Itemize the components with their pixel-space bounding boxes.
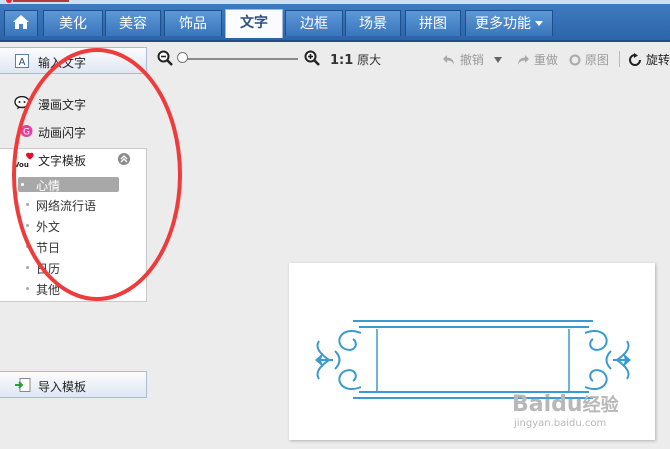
tab-scene-label: 场景 bbox=[359, 16, 387, 32]
tab-border[interactable]: 边框 bbox=[285, 10, 343, 36]
tab-more-features[interactable]: 更多功能 bbox=[465, 10, 553, 36]
tab-accessories[interactable]: 饰品 bbox=[164, 10, 222, 36]
undo-icon bbox=[443, 55, 454, 65]
tab-collage[interactable]: 拼图 bbox=[405, 10, 461, 36]
tab-home[interactable] bbox=[4, 10, 38, 36]
tab-border-label: 边框 bbox=[300, 16, 328, 32]
red-annotation-circle bbox=[12, 48, 182, 301]
watermark-brand: Baidu bbox=[512, 392, 583, 417]
rotate-button[interactable]: 旋转 bbox=[628, 51, 670, 68]
original-label: 原图 bbox=[584, 53, 609, 67]
toolbar-divider bbox=[619, 51, 620, 67]
tab-text-label: 文字 bbox=[240, 15, 268, 31]
home-icon bbox=[13, 15, 29, 29]
undo-dropdown[interactable] bbox=[494, 52, 502, 66]
tab-bar: 美化 美容 饰品 文字 边框 场景 拼图 更多功能 bbox=[0, 4, 670, 42]
import-template-label: 导入模板 bbox=[38, 380, 87, 394]
original-image-button[interactable]: 原图 bbox=[569, 51, 609, 68]
svg-text:A: A bbox=[19, 57, 26, 68]
dropdown-arrow-icon bbox=[494, 57, 502, 63]
redo-button[interactable]: 重做 bbox=[516, 51, 558, 68]
baidu-watermark: Baidu经验 bbox=[512, 391, 619, 417]
ratio-label: 1:1 bbox=[330, 53, 354, 68]
app-title-cutoff bbox=[13, 0, 69, 2]
tab-makeup-label: 美容 bbox=[119, 16, 147, 32]
undo-label: 撤销 bbox=[459, 53, 484, 67]
undo-button[interactable]: 撤销 bbox=[442, 51, 484, 68]
list-bullet bbox=[26, 287, 29, 290]
chevron-down-icon bbox=[535, 21, 543, 26]
watermark-url: jingyan.baidu.com bbox=[514, 418, 607, 429]
rotate-label: 旋转 bbox=[645, 53, 670, 67]
zoom-slider-track[interactable] bbox=[180, 58, 298, 60]
zoom-in-icon[interactable] bbox=[304, 50, 320, 66]
tab-collage-label: 拼图 bbox=[419, 16, 447, 32]
tab-beautify[interactable]: 美化 bbox=[43, 10, 103, 36]
app-logo-icon bbox=[6, 0, 12, 3]
import-icon bbox=[15, 378, 31, 392]
actual-size-button[interactable]: 1:1 原大 bbox=[330, 51, 381, 68]
watermark-brand-suffix: 经验 bbox=[582, 395, 619, 416]
tab-makeup[interactable]: 美容 bbox=[105, 10, 161, 36]
rotate-icon bbox=[629, 53, 641, 66]
tab-beautify-label: 美化 bbox=[59, 16, 87, 32]
list-bullet bbox=[26, 266, 29, 269]
tab-accessories-label: 饰品 bbox=[179, 16, 207, 32]
import-template-button[interactable]: 导入模板 bbox=[0, 371, 147, 398]
redo-icon bbox=[518, 55, 529, 65]
text-box-icon: A bbox=[15, 54, 29, 68]
tab-scene[interactable]: 场景 bbox=[345, 10, 401, 36]
tab-more-label: 更多功能 bbox=[475, 16, 531, 32]
tab-text[interactable]: 文字 bbox=[225, 9, 283, 38]
zoom-slider-handle[interactable] bbox=[177, 52, 188, 63]
toolbar: 1:1 原大 撤销 重做 原图 旋转 bbox=[150, 42, 670, 78]
original-image-icon bbox=[569, 54, 581, 66]
actual-size-label: 原大 bbox=[357, 53, 382, 67]
redo-label: 重做 bbox=[533, 53, 558, 67]
zoom-out-icon[interactable] bbox=[157, 50, 173, 66]
